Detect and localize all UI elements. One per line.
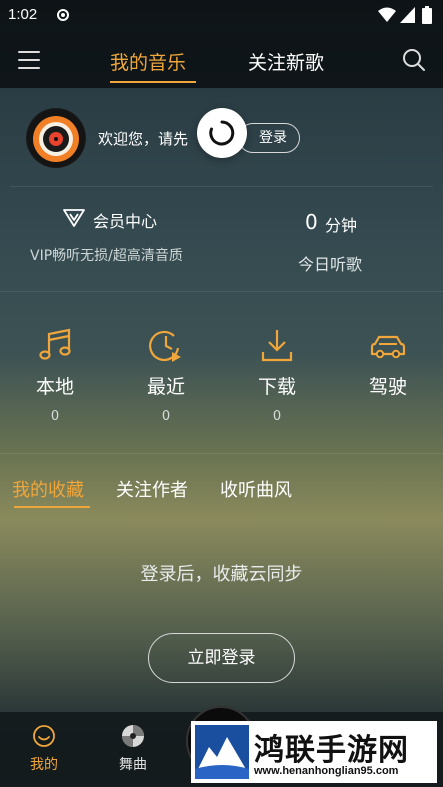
quick-recent-count: 0 xyxy=(161,409,171,424)
vip-center-subtitle: VIP畅听无损/超高清音质 xyxy=(30,248,183,264)
listen-today-label: 今日听歌 xyxy=(298,255,363,274)
quick-recent[interactable]: 最近 0 xyxy=(111,326,221,424)
status-time: 1:02 xyxy=(8,6,38,23)
watermark-title: 鸿联手游网 xyxy=(254,733,409,768)
welcome-text: 欢迎您，请先 xyxy=(98,130,189,148)
clock-play-icon xyxy=(149,330,181,362)
nav-mine-label: 我的 xyxy=(30,757,58,773)
empty-state-message: 登录后，收藏云同步 xyxy=(140,564,303,585)
quick-local[interactable]: 本地 0 xyxy=(0,326,110,424)
signal-icon xyxy=(400,7,415,23)
quick-download-label: 下载 xyxy=(257,376,296,398)
wifi-icon xyxy=(378,7,396,22)
car-icon xyxy=(370,335,406,359)
download-icon xyxy=(261,330,293,362)
top-nav: 我的音乐 关注新歌 xyxy=(0,32,443,88)
divider xyxy=(0,453,443,454)
notification-dot-icon xyxy=(57,9,69,21)
quick-recent-label: 最近 xyxy=(146,376,185,398)
divider xyxy=(10,186,433,187)
listen-minutes-unit: 分钟 xyxy=(325,216,358,235)
loading-spinner xyxy=(197,108,247,158)
smiley-icon xyxy=(33,725,55,747)
status-bar: 1:02 xyxy=(0,0,443,32)
tab-music-styles[interactable]: 收听曲风 xyxy=(220,476,292,502)
login-button[interactable]: 登录 xyxy=(238,123,300,153)
active-tab-indicator xyxy=(110,81,196,83)
watermark-url: www.henanhonglian95.com xyxy=(254,765,399,777)
nav-dance[interactable]: 舞曲 xyxy=(103,724,163,774)
search-icon[interactable] xyxy=(402,48,426,72)
watermark-logo-icon xyxy=(195,725,249,779)
tab-my-music[interactable]: 我的音乐 xyxy=(110,48,186,75)
quick-download[interactable]: 下载 0 xyxy=(222,326,332,424)
menu-icon[interactable] xyxy=(18,51,40,71)
nav-dance-label: 舞曲 xyxy=(119,757,147,773)
quick-local-count: 0 xyxy=(50,409,60,424)
listen-minutes-value: 0 xyxy=(305,210,318,234)
tab-followed-artists[interactable]: 关注作者 xyxy=(116,476,188,502)
vip-diamond-icon xyxy=(63,209,85,227)
quick-local-label: 本地 xyxy=(35,376,74,398)
divider xyxy=(0,291,443,292)
watermark: 鸿联手游网 www.henanhonglian95.com xyxy=(191,721,437,783)
music-note-icon xyxy=(39,328,71,360)
quick-drive-label: 驾驶 xyxy=(368,376,407,398)
tab-follow-new-songs[interactable]: 关注新歌 xyxy=(248,48,324,75)
battery-icon xyxy=(422,6,432,24)
vip-center-title: 会员中心 xyxy=(93,212,158,231)
quick-download-count: 0 xyxy=(272,409,282,424)
spinner-icon xyxy=(209,120,235,146)
quick-drive[interactable]: 驾驶 xyxy=(333,326,443,399)
nav-mine[interactable]: 我的 xyxy=(14,724,74,774)
tab-my-favorites[interactable]: 我的收藏 xyxy=(12,476,84,502)
avatar[interactable] xyxy=(26,108,86,168)
record-avatar-icon xyxy=(27,109,85,167)
disc-icon xyxy=(122,725,144,747)
active-subtab-indicator xyxy=(14,506,90,508)
login-now-button[interactable]: 立即登录 xyxy=(148,633,295,683)
